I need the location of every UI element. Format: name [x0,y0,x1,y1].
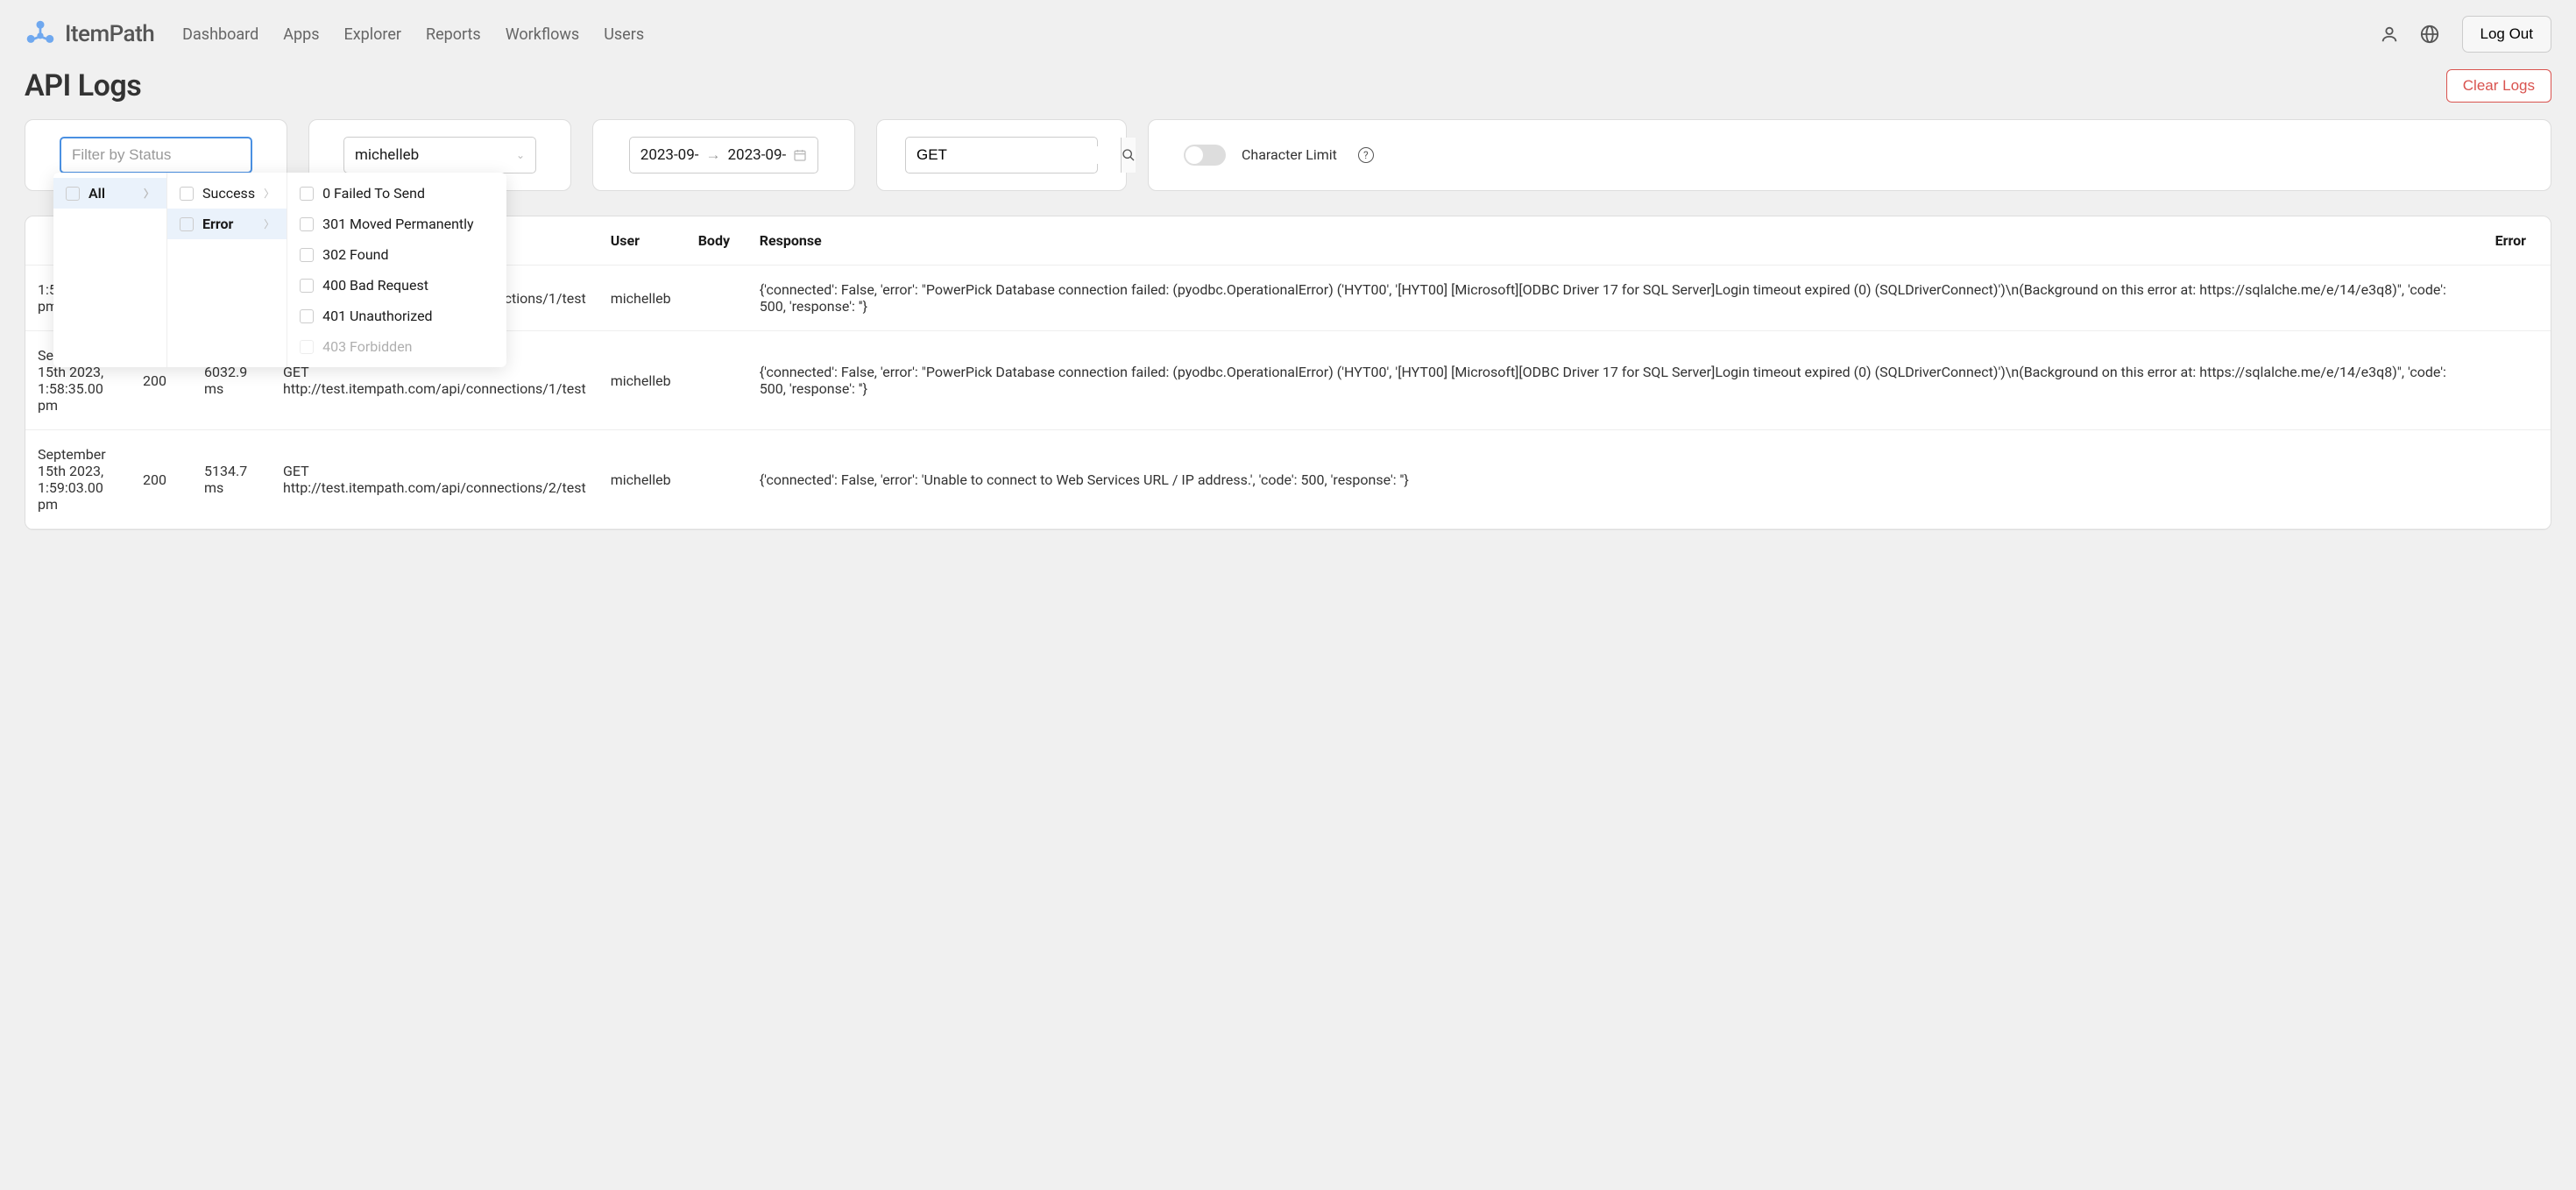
checkbox-icon[interactable] [66,187,80,201]
checkbox-icon[interactable] [180,187,194,201]
character-limit-toggle[interactable] [1184,145,1226,166]
globe-icon[interactable] [2420,25,2439,44]
nav-explorer[interactable]: Explorer [343,25,401,44]
nav-reports[interactable]: Reports [426,25,481,44]
cascader-item-400[interactable]: 400 Bad Request [287,270,506,301]
filter-method-card [876,119,1127,191]
cascader-item-label: Error [202,216,233,232]
cascader-item-label: 302 Found [322,246,388,263]
cell-error [2483,266,2551,331]
cell-response: {'connected': False, 'error': "PowerPick… [747,331,2483,430]
filter-charlimit-card: Character Limit ? [1148,119,2551,191]
method-search [905,137,1098,174]
calendar-icon [793,148,807,162]
th-body: Body [686,216,747,266]
date-from-value: 2023-09- [640,146,699,164]
cell-time: 5134.7 ms [192,430,271,529]
checkbox-icon[interactable] [300,279,314,293]
date-to-value: 2023-09- [728,146,787,164]
date-range-picker[interactable]: 2023-09- → 2023-09- [629,137,818,174]
th-user: User [598,216,686,266]
cell-user: michelleb [598,331,686,430]
chevron-right-icon: 〉 [264,216,274,231]
cascader-item-error[interactable]: Error 〉 [167,209,287,239]
user-select[interactable]: michelleb ⌄ [343,137,536,174]
checkbox-icon[interactable] [300,248,314,262]
cell-response: {'connected': False, 'error': 'Unable to… [747,430,2483,529]
method-search-button[interactable] [1121,138,1136,173]
logout-button[interactable]: Log Out [2462,16,2552,53]
cell-body [686,430,747,529]
cascader-item-label: 0 Failed To Send [322,185,425,202]
nav-apps[interactable]: Apps [283,25,319,44]
nav-users[interactable]: Users [604,25,644,44]
checkbox-icon[interactable] [300,340,314,354]
cascader-item-301[interactable]: 301 Moved Permanently [287,209,506,239]
status-cascader-dropdown: All 〉 Success 〉 Error 〉 0 Failed To Send [53,173,506,367]
chevron-right-icon: 〉 [264,186,274,201]
checkbox-icon[interactable] [300,217,314,231]
cascader-item-label: Success [202,185,255,202]
status-filter-input[interactable] [60,137,252,174]
search-icon [1122,148,1136,162]
cascader-item-success[interactable]: Success 〉 [167,178,287,209]
chevron-down-icon: ⌄ [516,149,525,161]
arrow-right-icon: → [706,146,721,164]
cell-user: michelleb [598,266,686,331]
checkbox-icon[interactable] [300,187,314,201]
cell-status: 200 [131,430,192,529]
table-row[interactable]: September 15th 2023, 1:59:03.00 pm200513… [25,430,2551,529]
page-header: API Logs Clear Logs [0,68,2576,119]
th-error: Error [2483,216,2551,266]
cascader-col-3: 0 Failed To Send 301 Moved Permanently 3… [287,173,506,367]
cell-body [686,331,747,430]
cell-body [686,266,747,331]
th-response: Response [747,216,2483,266]
page-title: API Logs [25,68,141,103]
nav-workflows[interactable]: Workflows [506,25,580,44]
cell-date: September 15th 2023, 1:59:03.00 pm [25,430,131,529]
cell-response: {'connected': False, 'error': "PowerPick… [747,266,2483,331]
logo-icon [25,18,56,50]
checkbox-icon[interactable] [180,217,194,231]
help-icon[interactable]: ? [1358,147,1374,163]
cell-error [2483,430,2551,529]
user-select-value: michelleb [355,146,419,164]
cascader-item-label: 301 Moved Permanently [322,216,474,232]
cascader-item-401[interactable]: 401 Unauthorized [287,301,506,331]
cascader-item-label: 403 Forbidden [322,338,412,355]
character-limit-label: Character Limit [1242,146,1337,165]
checkbox-icon[interactable] [300,309,314,323]
brand-name: ItemPath [65,21,154,47]
character-limit-text: Character Limit [1242,146,1337,163]
nav-dashboard[interactable]: Dashboard [182,25,258,44]
cascader-item-label: 401 Unauthorized [322,308,432,324]
cell-user: michelleb [598,430,686,529]
cascader-item-403[interactable]: 403 Forbidden [287,331,506,362]
filter-dates-card: 2023-09- → 2023-09- [592,119,855,191]
cascader-item-302[interactable]: 302 Found [287,239,506,270]
top-bar: ItemPath Dashboard Apps Explorer Reports… [0,0,2576,68]
logo[interactable]: ItemPath [25,18,154,50]
method-search-input[interactable] [906,146,1121,164]
cascader-item-label: All [88,185,105,202]
filter-status-card: All 〉 Success 〉 Error 〉 0 Failed To Send [25,119,287,191]
cascader-item-label: 400 Bad Request [322,277,428,294]
main-nav: Dashboard Apps Explorer Reports Workflow… [182,25,644,44]
user-icon[interactable] [2380,25,2399,44]
cascader-item-all[interactable]: All 〉 [53,178,166,209]
cascader-item-0-failed[interactable]: 0 Failed To Send [287,178,506,209]
cell-error [2483,331,2551,430]
cell-request: GEThttp://test.itempath.com/api/connecti… [271,430,598,529]
filters-row: All 〉 Success 〉 Error 〉 0 Failed To Send [0,119,2576,191]
chevron-right-icon: 〉 [144,186,154,201]
cascader-col-2: Success 〉 Error 〉 [167,173,287,367]
cascader-col-1: All 〉 [53,173,167,367]
clear-logs-button[interactable]: Clear Logs [2446,69,2551,103]
